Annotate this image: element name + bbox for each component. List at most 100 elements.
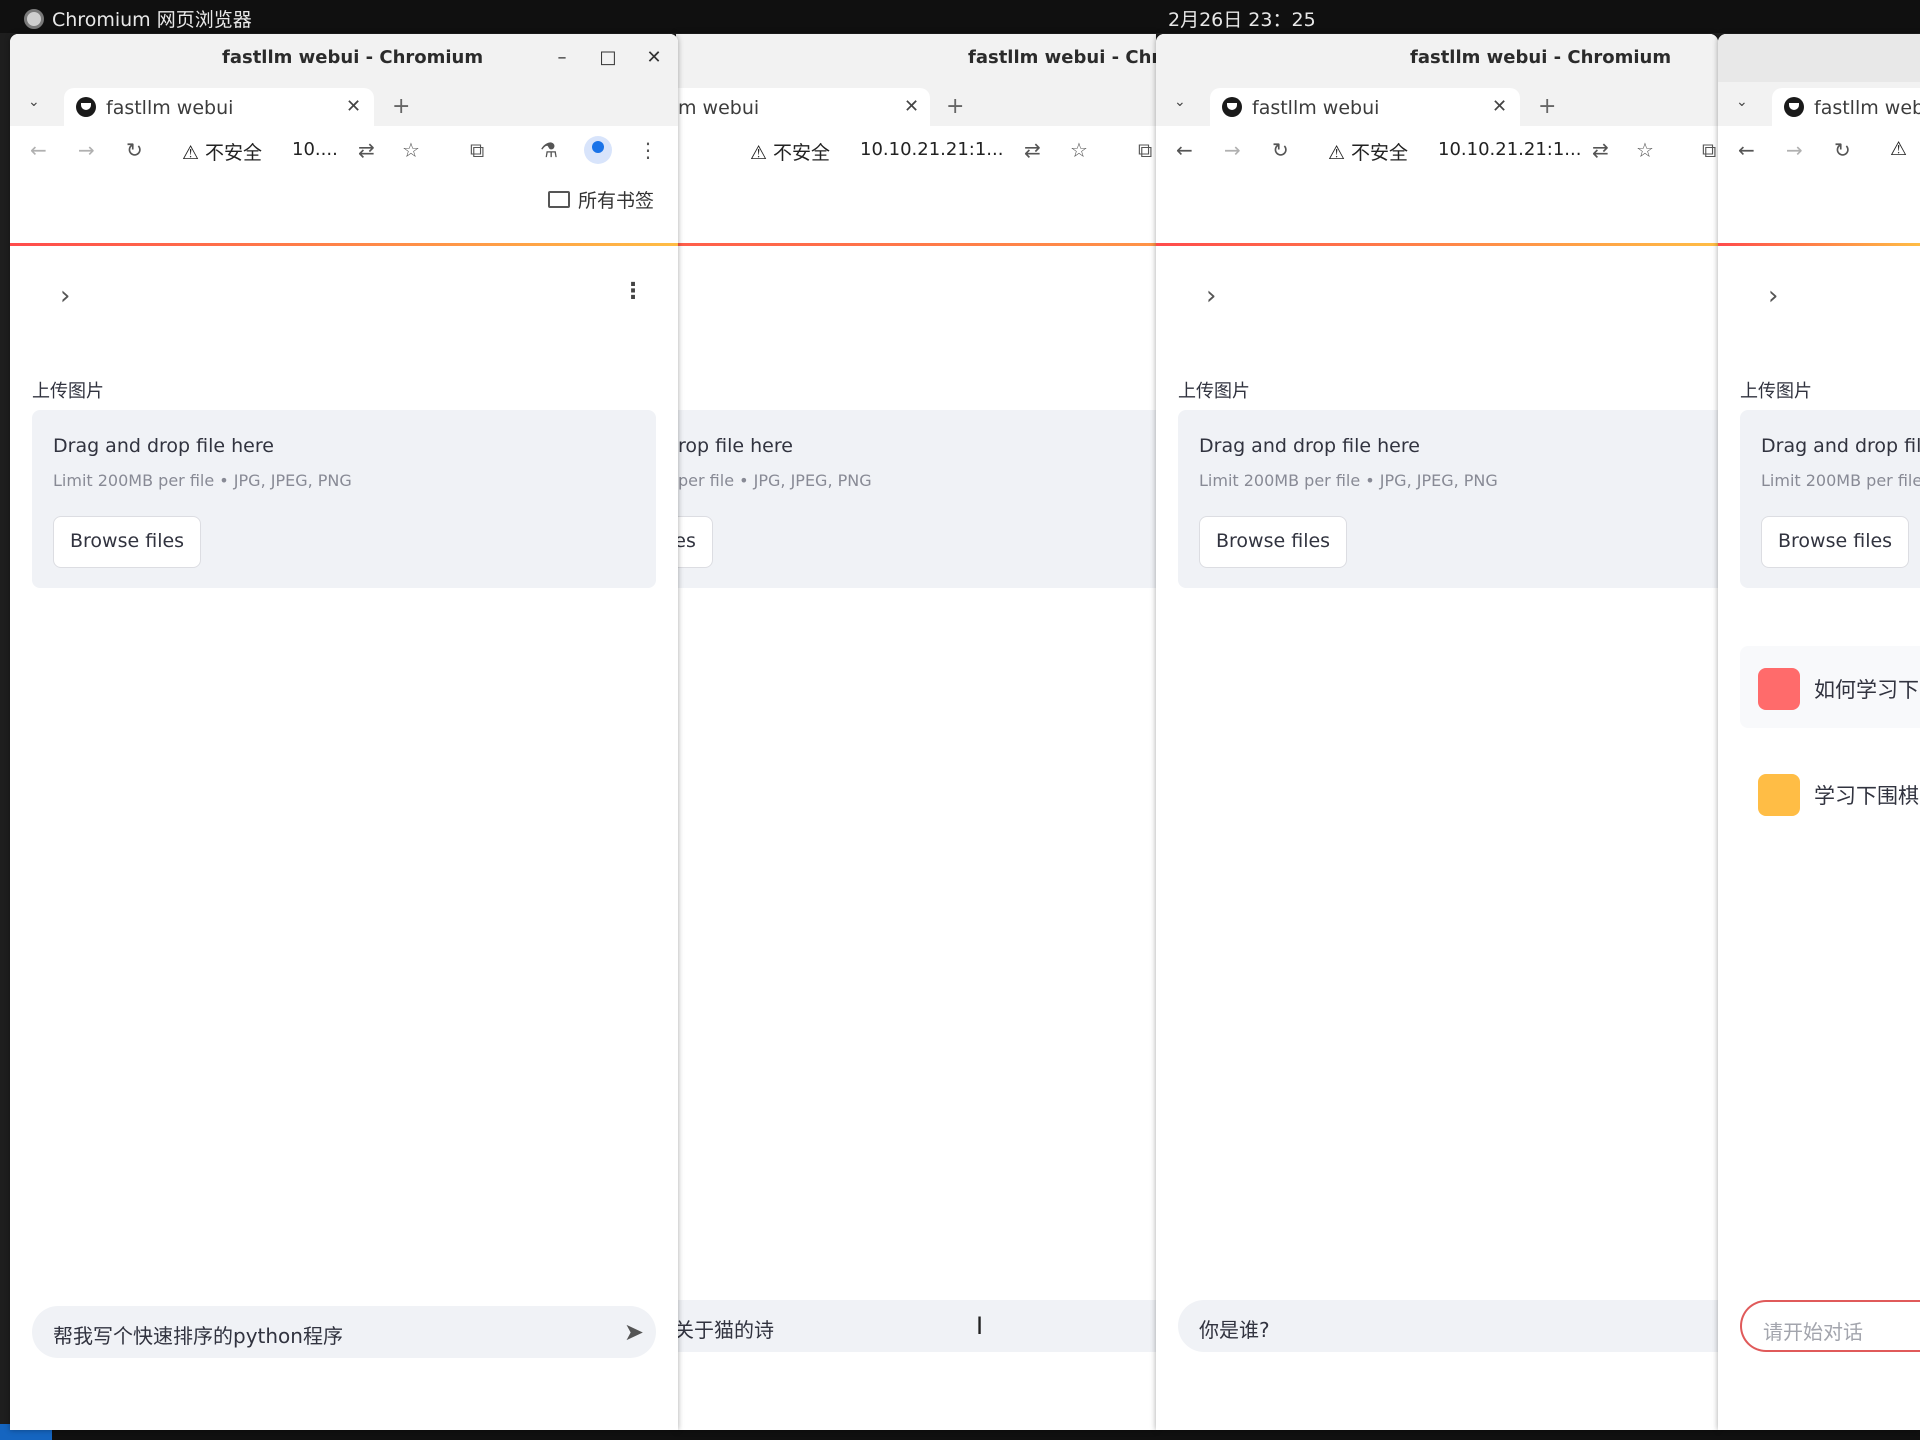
browse-files-button[interactable]: Browse files: [53, 516, 202, 568]
back-arrow-icon[interactable]: ←: [30, 138, 47, 162]
bookmarks-bar: [1156, 176, 1718, 222]
window-title: fastllm webui - Chromium: [1410, 47, 1672, 68]
favicon-icon: [76, 97, 96, 117]
suggestion-robot-icon: [1758, 774, 1800, 816]
profile-avatar-icon[interactable]: [584, 136, 612, 164]
suggestion-card[interactable]: 学习下围棋: [1740, 752, 1920, 834]
menu-kebab-icon[interactable]: ⋮: [638, 138, 658, 162]
app-menu-kebab-icon[interactable]: ⋮: [622, 279, 644, 304]
browser-toolbar: ⚠ 不安全 10.10.21.21:1... ⇄ ☆ ⧉: [676, 126, 1156, 176]
tab-list-chevron-icon[interactable]: ⌄: [1174, 94, 1186, 110]
flask-icon[interactable]: ⚗: [540, 138, 558, 162]
close-window-button[interactable]: ✕: [640, 43, 668, 71]
dropzone-title: Drag and drop file: [1761, 435, 1920, 457]
new-tab-button[interactable]: +: [392, 94, 410, 119]
window-titlebar[interactable]: fastllm webui - Chromium: [1156, 34, 1718, 82]
favicon-icon: [1222, 97, 1242, 117]
security-indicator[interactable]: ⚠ 不安全: [1328, 138, 1408, 165]
sidebar-expand-chevron-icon[interactable]: ›: [1768, 281, 1778, 311]
suggestion-emoji-icon: [1758, 668, 1800, 710]
sidebar-expand-chevron-icon[interactable]: ›: [1206, 281, 1216, 311]
upload-label: 上传图片: [1740, 381, 1812, 402]
sidebar-expand-chevron-icon[interactable]: ›: [60, 281, 70, 311]
browser-toolbar: ← → ↻ ⚠: [1718, 126, 1920, 176]
minimize-button[interactable]: –: [548, 43, 576, 71]
extensions-icon[interactable]: ⧉: [1702, 138, 1716, 162]
os-app-name: Chromium 网页浏览器: [52, 9, 252, 31]
chat-input[interactable]: 你是谁?: [1178, 1300, 1718, 1352]
star-icon[interactable]: ☆: [1070, 138, 1088, 162]
back-arrow-icon[interactable]: ←: [1738, 138, 1755, 162]
translate-icon[interactable]: ⇄: [1024, 138, 1041, 162]
new-tab-button[interactable]: +: [946, 94, 964, 119]
browser-toolbar: ← → ↻ ⚠ 不安全 10.10.21.21:1... ⇄ ☆ ⧉: [1156, 126, 1718, 176]
star-icon[interactable]: ☆: [402, 138, 420, 162]
tab-strip: ⌄ fastllm web: [1718, 82, 1920, 126]
address-bar-url[interactable]: 10.10.21.21:1...: [860, 139, 1003, 160]
forward-arrow-icon[interactable]: →: [1786, 138, 1803, 162]
text-cursor-icon: I: [976, 1312, 984, 1340]
tab-list-chevron-icon[interactable]: ⌄: [28, 94, 40, 110]
tab-fastllm-webui[interactable]: fastllm webui ✕: [64, 88, 374, 126]
chat-input[interactable]: 关于猫的诗: [676, 1300, 1156, 1352]
browser-window-3: fastllm webui - Chromium ⌄ fastllm webui…: [1156, 34, 1718, 1430]
file-dropzone[interactable]: rop file here per file • JPG, JPEG, PNG …: [676, 410, 1156, 588]
chat-input-placeholder: 请开始对话: [1763, 1320, 1863, 1344]
forward-arrow-icon[interactable]: →: [1224, 138, 1241, 162]
warning-icon: ⚠: [1328, 142, 1346, 164]
all-bookmarks-label: 所有书签: [578, 190, 655, 212]
security-text: 不安全: [773, 142, 831, 164]
window-titlebar[interactable]: [1718, 34, 1920, 82]
address-bar-url[interactable]: 10....: [292, 139, 338, 160]
tab-list-chevron-icon[interactable]: ⌄: [1736, 94, 1748, 110]
chat-input[interactable]: 帮我写个快速排序的python程序 ➤: [32, 1306, 656, 1358]
suggestion-card[interactable]: 如何学习下: [1740, 646, 1920, 728]
reload-icon[interactable]: ↻: [126, 138, 143, 162]
tab-close-icon[interactable]: ✕: [346, 96, 361, 117]
dropzone-title: rop file here: [678, 435, 793, 457]
tab-fastllm-webui[interactable]: m webui ✕: [676, 88, 930, 126]
browser-toolbar: ← → ↻ ⚠ 不安全 10.... ⇄ ☆ ⧉ ⚗ ⋮: [10, 126, 678, 176]
extensions-icon[interactable]: ⧉: [470, 138, 484, 162]
window-titlebar[interactable]: fastllm webui - Chromium – □ ✕: [10, 34, 678, 82]
maximize-button[interactable]: □: [594, 43, 622, 71]
forward-arrow-icon[interactable]: →: [78, 138, 95, 162]
chat-input-text: 帮我写个快速排序的python程序: [53, 1324, 343, 1348]
star-icon[interactable]: ☆: [1636, 138, 1654, 162]
chromium-icon: [24, 8, 44, 29]
upload-label: 上传图片: [1178, 381, 1250, 402]
address-bar-url[interactable]: 10.10.21.21:1...: [1438, 139, 1581, 160]
translate-icon[interactable]: ⇄: [358, 138, 375, 162]
browse-files-button[interactable]: les: [676, 516, 713, 568]
file-dropzone[interactable]: Drag and drop file here Limit 200MB per …: [1178, 410, 1718, 588]
security-indicator[interactable]: ⚠ 不安全: [750, 138, 830, 165]
tab-close-icon[interactable]: ✕: [1492, 96, 1507, 117]
os-active-app[interactable]: Chromium 网页浏览器: [24, 5, 252, 32]
browse-files-button[interactable]: Browse files: [1761, 516, 1910, 568]
tab-fastllm-webui[interactable]: fastllm webui ✕: [1210, 88, 1520, 126]
all-bookmarks-button[interactable]: 所有书签: [548, 186, 654, 213]
translate-icon[interactable]: ⇄: [1592, 138, 1609, 162]
back-arrow-icon[interactable]: ←: [1176, 138, 1193, 162]
security-indicator[interactable]: ⚠ 不安全: [182, 138, 262, 165]
tab-fastllm-webui[interactable]: fastllm web: [1772, 88, 1920, 126]
reload-icon[interactable]: ↻: [1272, 138, 1289, 162]
extensions-icon[interactable]: ⧉: [1138, 138, 1152, 162]
browser-window-1: fastllm webui - Chromium – □ ✕ ⌄ fastllm…: [10, 34, 678, 1430]
browse-files-button[interactable]: Browse files: [1199, 516, 1348, 568]
os-clock[interactable]: 2月26日 23：25: [1168, 5, 1316, 32]
file-dropzone[interactable]: Drag and drop file Limit 200MB per file …: [1740, 410, 1920, 588]
send-icon[interactable]: ➤: [624, 1318, 644, 1346]
tab-close-icon[interactable]: ✕: [904, 96, 919, 117]
bookmarks-bar: [676, 176, 1156, 222]
suggestion-text: 学习下围棋: [1814, 784, 1919, 808]
reload-icon[interactable]: ↻: [1834, 138, 1851, 162]
chat-input[interactable]: 请开始对话: [1740, 1300, 1920, 1352]
warning-icon: ⚠: [750, 142, 768, 164]
tab-strip: m webui ✕ +: [676, 82, 1156, 126]
window-titlebar[interactable]: fastllm webui - Chromium: [676, 34, 1156, 82]
new-tab-button[interactable]: +: [1538, 94, 1556, 119]
warning-icon[interactable]: ⚠: [1890, 138, 1907, 160]
file-dropzone[interactable]: Drag and drop file here Limit 200MB per …: [32, 410, 656, 588]
bookmarks-bar: 所有书签: [10, 176, 678, 222]
